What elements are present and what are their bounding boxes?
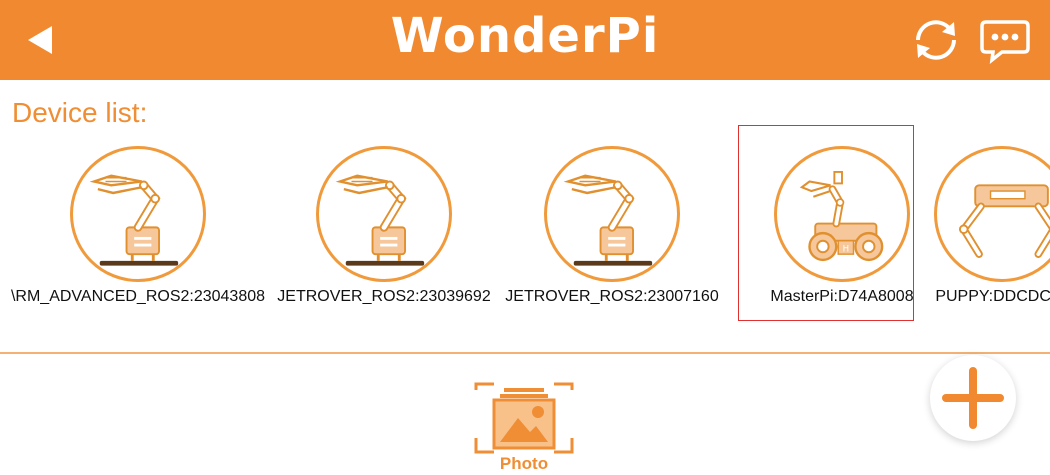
device-item-jetrover-2[interactable]: JETROVER_ROS2:23007160 xyxy=(505,143,719,318)
device-name: JETROVER_ROS2:23039692 xyxy=(277,288,491,305)
device-avatar xyxy=(316,146,452,282)
device-avatar: H xyxy=(774,146,910,282)
photo-button[interactable]: Photo xyxy=(472,382,576,474)
robot-arm-icon xyxy=(89,174,179,266)
app-logo: WonderPi xyxy=(390,8,660,64)
device-avatar xyxy=(934,146,1050,282)
robot-arm-icon xyxy=(563,174,653,266)
photo-gallery-icon xyxy=(474,382,574,454)
device-item-arm-advanced[interactable]: \RM_ADVANCED_ROS2:23043808 xyxy=(11,143,265,318)
robot-arm-icon xyxy=(335,174,425,266)
photo-label: Photo xyxy=(499,454,549,473)
robot-car-arm-icon: H xyxy=(799,170,884,262)
add-device-button[interactable] xyxy=(930,355,1016,441)
device-name: \RM_ADVANCED_ROS2:23043808 xyxy=(10,288,266,305)
section-divider xyxy=(0,352,1050,354)
robot-dog-icon xyxy=(958,184,1050,258)
top-app-bar: WonderPi xyxy=(0,0,1050,80)
device-list-title: Device list: xyxy=(12,97,148,128)
device-item-puppy[interactable]: PUPPY:DDCDC58 xyxy=(912,143,1050,318)
plus-icon xyxy=(942,367,1004,429)
device-avatar xyxy=(544,146,680,282)
device-name: JETROVER_ROS2:23007160 xyxy=(505,288,719,305)
device-item-jetrover-1[interactable]: JETROVER_ROS2:23039692 xyxy=(277,143,491,318)
chat-bubble-icon[interactable] xyxy=(980,16,1030,64)
device-avatar xyxy=(70,146,206,282)
device-name: PUPPY:DDCDC58 xyxy=(935,288,1050,305)
refresh-icon[interactable] xyxy=(908,16,964,64)
svg-text:H: H xyxy=(843,244,849,254)
